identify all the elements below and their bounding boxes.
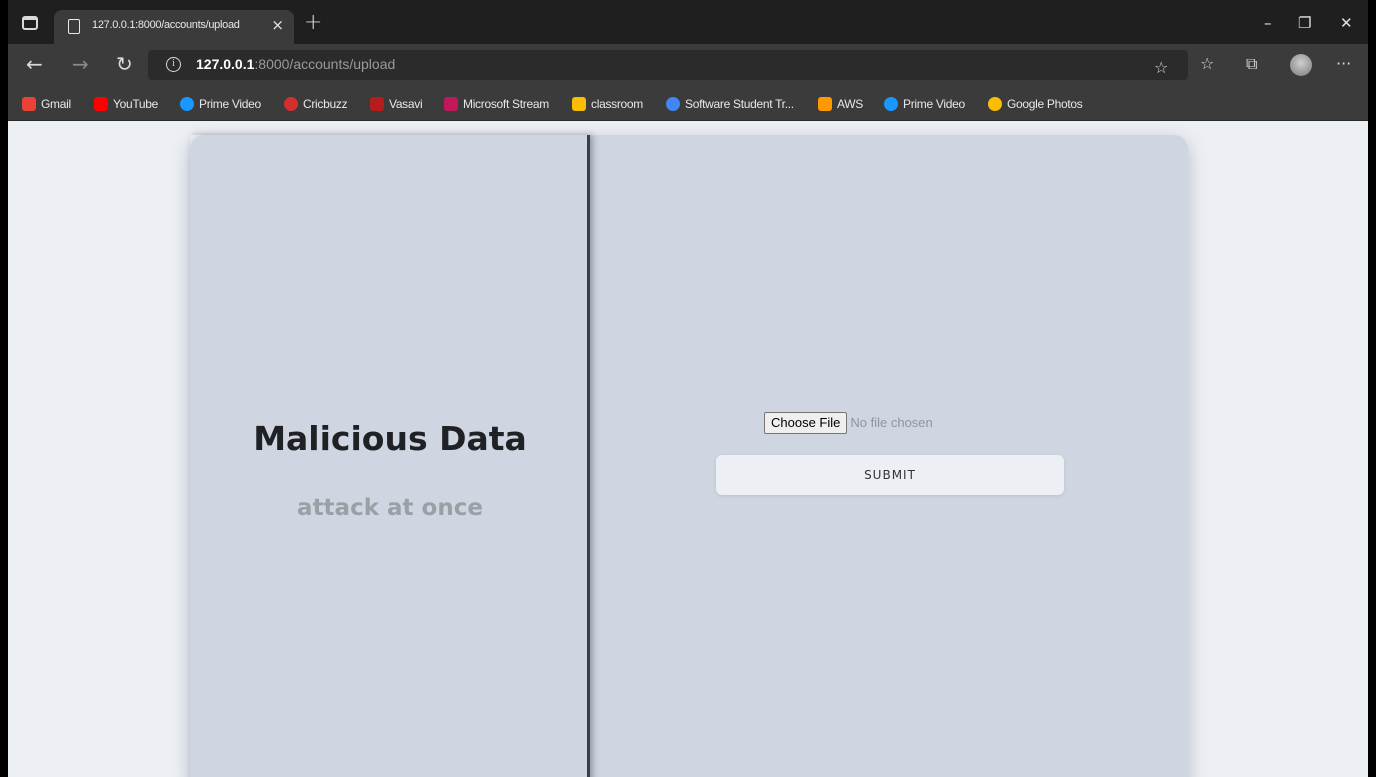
active-tab[interactable]: 127.0.0.1:8000/accounts/upload × — [54, 10, 294, 44]
bookmarks-bar: Gmail YouTube Prime Video Cricbuzz Vasav… — [8, 88, 1368, 121]
bookmark-software-student[interactable]: Software Student Tr... — [666, 96, 794, 112]
aws-icon — [818, 97, 832, 111]
refresh-icon[interactable]: ↻ — [116, 52, 133, 76]
restore-icon[interactable]: ❐ — [1298, 14, 1311, 32]
browser-window: 127.0.0.1:8000/accounts/upload × + – ❐ ✕… — [8, 0, 1368, 777]
youtube-icon — [94, 97, 108, 111]
address-bar[interactable]: i 127.0.0.1:8000/accounts/upload ☆ — [148, 50, 1188, 80]
info-panel: Malicious Data attack at once — [190, 135, 590, 777]
bookmark-prime-video-2[interactable]: Prime Video — [884, 96, 965, 112]
tab-title: 127.0.0.1:8000/accounts/upload — [92, 19, 240, 31]
google-icon — [666, 97, 680, 111]
upload-card: Malicious Data attack at once Choose Fil… — [190, 135, 1188, 777]
gmail-icon — [22, 97, 36, 111]
page-icon — [68, 19, 80, 34]
tab-strip: 127.0.0.1:8000/accounts/upload × + – ❐ ✕ — [8, 0, 1368, 44]
bookmark-classroom[interactable]: classroom — [572, 96, 643, 112]
file-input[interactable]: Choose File No file chosen — [764, 412, 933, 434]
google-photos-icon — [988, 97, 1002, 111]
collections-icon[interactable]: ⧉ — [1246, 54, 1257, 74]
page-heading: Malicious Data — [253, 419, 527, 458]
favorites-icon[interactable]: ☆ — [1200, 54, 1214, 73]
close-tab-icon[interactable]: × — [271, 16, 284, 34]
vasavi-icon — [370, 97, 384, 111]
no-file-label: No file chosen — [850, 415, 933, 430]
submit-button[interactable]: SUBMIT — [716, 455, 1064, 495]
profile-avatar[interactable] — [1290, 54, 1312, 76]
close-window-icon[interactable]: ✕ — [1340, 14, 1353, 32]
tab-actions-icon[interactable] — [22, 16, 38, 30]
page-content: Malicious Data attack at once Choose Fil… — [8, 121, 1368, 777]
minimize-icon[interactable]: – — [1264, 14, 1272, 32]
site-info-icon[interactable]: i — [166, 57, 181, 72]
bookmark-microsoft-stream[interactable]: Microsoft Stream — [444, 96, 549, 112]
choose-file-button[interactable]: Choose File — [764, 412, 848, 434]
add-favorite-icon[interactable]: ☆ — [1154, 58, 1168, 77]
back-icon[interactable]: ← — [26, 52, 43, 76]
cricbuzz-icon — [284, 97, 298, 111]
forward-icon[interactable]: → — [72, 52, 89, 76]
bookmark-cricbuzz[interactable]: Cricbuzz — [284, 96, 348, 112]
bookmark-vasavi[interactable]: Vasavi — [370, 96, 423, 112]
bookmark-aws[interactable]: AWS — [818, 96, 863, 112]
bookmark-gmail[interactable]: Gmail — [22, 96, 71, 112]
prime-video-icon — [884, 97, 898, 111]
more-menu-icon[interactable]: ··· — [1336, 54, 1351, 73]
new-tab-icon[interactable]: + — [304, 10, 322, 35]
prime-video-icon — [180, 97, 194, 111]
stream-icon — [444, 97, 458, 111]
classroom-icon — [572, 97, 586, 111]
bookmark-youtube[interactable]: YouTube — [94, 96, 158, 112]
bookmark-prime-video[interactable]: Prime Video — [180, 96, 261, 112]
page-subheading: attack at once — [297, 495, 483, 521]
address-toolbar: ← → ↻ i 127.0.0.1:8000/accounts/upload ☆… — [8, 44, 1368, 88]
bookmark-google-photos[interactable]: Google Photos — [988, 96, 1083, 112]
url-text[interactable]: 127.0.0.1:8000/accounts/upload — [196, 56, 395, 72]
